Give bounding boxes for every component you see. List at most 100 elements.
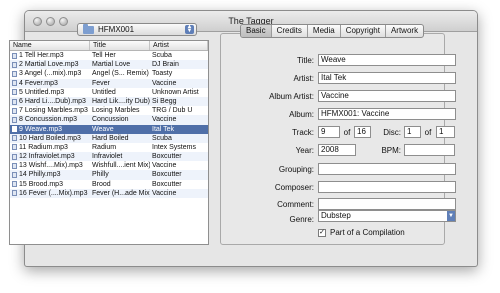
title-cell: Radium (92, 143, 117, 151)
file-name-text: 9 Weave.mp3 (19, 125, 63, 133)
artist-cell: Vaccine (152, 162, 177, 170)
title-field[interactable]: Weave (318, 54, 456, 66)
table-row[interactable]: 2 Martial Love.mp3 Martial Love DJ Brain (10, 60, 208, 70)
audio-file-icon (12, 70, 17, 77)
table-row[interactable]: 13 Wishf....Mix).mp3 Wishfull....ient Mix… (10, 161, 208, 170)
file-name-cell: 13 Wishf....Mix).mp3 (10, 161, 90, 170)
table-row[interactable]: 7 Losing Marbles.mp3 Losing Marbles TRG / … (10, 106, 208, 115)
file-name-cell: 9 Weave.mp3 (10, 125, 90, 134)
file-name-cell: 4 Fever.mp3 (10, 79, 90, 88)
compilation-checkbox[interactable]: ✓ (318, 229, 326, 237)
track-total-field[interactable]: 16 (354, 126, 371, 138)
tab-artwork[interactable]: Artwork (386, 25, 423, 37)
folder-popup[interactable]: HFMX001 ▲ ▼ (77, 23, 197, 36)
title-cell: Philly (92, 171, 109, 179)
composer-field[interactable] (318, 181, 456, 193)
track-number-field[interactable]: 9 (318, 126, 340, 138)
tab-credits[interactable]: Credits (272, 25, 308, 37)
file-name-cell: 1 Tell Her.mp3 (10, 51, 90, 60)
file-name-text: 15 Brood.mp3 (19, 180, 63, 188)
file-name-text: 6 Hard Li....Dub).mp3 (19, 97, 86, 105)
comment-field[interactable] (318, 198, 456, 210)
audio-file-icon (12, 153, 17, 160)
artist-cell: Ital Tek (152, 125, 175, 133)
popup-arrows-icon: ▲ ▼ (185, 24, 194, 34)
tab-media[interactable]: Media (308, 25, 341, 37)
table-row[interactable]: 6 Hard Li....Dub).mp3 Hard Lik....ity Dub… (10, 96, 208, 107)
file-name-text: 16 Fever (....Mix).mp3 (19, 189, 88, 197)
table-row[interactable]: 8 Concussion.mp3 Concussion Vaccine (10, 115, 208, 125)
audio-file-icon (12, 135, 17, 142)
file-name-text: 13 Wishf....Mix).mp3 (19, 162, 83, 170)
table-row[interactable]: 12 Infraviolet.mp3 Infraviolet Boxcutter (10, 152, 208, 162)
track-label: Track: (292, 128, 314, 137)
album-field[interactable]: HFMX001: Vaccine (318, 108, 456, 120)
table-row[interactable]: 16 Fever (....Mix).mp3 Fever (H...ade Mix… (10, 188, 208, 198)
album-artist-field[interactable]: Vaccine (318, 90, 456, 102)
title-cell: Wishfull....ient Mix) (92, 162, 150, 170)
table-row[interactable]: 4 Fever.mp3 Fever Vaccine (10, 78, 208, 88)
table-row[interactable]: 3 Angel (...mix).mp3 Angel (S... Remix) To… (10, 69, 208, 78)
table-row[interactable]: 15 Brood.mp3 Brood Boxcutter (10, 180, 208, 189)
table-row[interactable]: 9 Weave.mp3 Weave Ital Tek (10, 124, 208, 134)
file-name-text: 8 Concussion.mp3 (19, 116, 77, 124)
title-cell: Fever (92, 79, 110, 87)
title-cell: Martial Love (92, 61, 131, 69)
artist-cell: DJ Brain (152, 61, 179, 69)
audio-file-icon (12, 80, 17, 87)
file-name-cell: 8 Concussion.mp3 (10, 115, 90, 124)
genre-dropdown-icon[interactable]: ▼ (447, 211, 455, 221)
disc-of-label: of (424, 128, 432, 137)
artist-cell: Vaccine (152, 189, 177, 197)
file-name-text: 7 Losing Marbles.mp3 (19, 107, 88, 115)
column-header-title[interactable]: Title (90, 41, 150, 50)
disc-number-field[interactable]: 1 (404, 126, 421, 138)
file-list[interactable]: Name Title Artist 1 Tell Her.mp3 Tell Her… (9, 40, 209, 245)
bpm-field[interactable] (404, 144, 455, 156)
table-row[interactable]: 1 Tell Her.mp3 Tell Her Scuba (10, 51, 208, 60)
column-header-name[interactable]: Name (10, 41, 90, 50)
table-row[interactable]: 14 Philly.mp3 Philly Boxcutter (10, 170, 208, 180)
disc-total-field[interactable]: 1 (436, 126, 455, 138)
title-label: Title: (296, 56, 314, 65)
tab-copyright[interactable]: Copyright (341, 25, 386, 37)
artist-cell: Si Begg (152, 97, 177, 105)
file-name-text: 11 Radium.mp3 (19, 143, 68, 151)
artist-cell: Unknown Artist (152, 88, 199, 96)
album-label: Album: (289, 110, 314, 119)
title-cell: Hard Lik....ity Dub) (92, 97, 150, 105)
grouping-field[interactable] (318, 163, 456, 175)
file-name-text: 10 Hard Boiled.mp3 (19, 134, 81, 142)
artist-cell: Boxcutter (152, 180, 182, 188)
genre-combo[interactable]: Dubstep ▼ (318, 210, 456, 222)
audio-file-icon (12, 162, 17, 169)
file-name-cell: 2 Martial Love.mp3 (10, 60, 90, 69)
audio-file-icon (12, 172, 17, 179)
title-cell: Infraviolet (92, 153, 123, 161)
audio-file-icon (12, 116, 17, 123)
composer-label: Composer: (274, 183, 314, 192)
column-header-artist[interactable]: Artist (150, 41, 208, 50)
audio-file-icon (12, 89, 17, 96)
folder-popup-label: HFMX001 (98, 25, 135, 34)
table-row[interactable]: 5 Untitled.mp3 Untitled Unknown Artist (10, 88, 208, 97)
title-cell: Tell Her (92, 52, 116, 59)
artist-field[interactable]: Ital Tek (318, 72, 456, 84)
album-artist-label: Album Artist: (269, 92, 314, 101)
artist-label: Artist: (293, 74, 314, 83)
checkmark-icon: ✓ (319, 229, 325, 236)
title-cell: Losing Marbles (92, 107, 140, 115)
title-cell: Concussion (92, 116, 129, 124)
table-row[interactable]: 11 Radium.mp3 Radium Intex Systems (10, 143, 208, 152)
comment-label: Comment: (277, 200, 314, 209)
year-field[interactable]: 2008 (318, 144, 356, 156)
table-row[interactable]: 10 Hard Boiled.mp3 Hard Boiled Scuba (10, 133, 208, 143)
file-name-cell: 15 Brood.mp3 (10, 180, 90, 189)
tab-basic[interactable]: Basic (241, 25, 272, 37)
title-cell: Angel (S... Remix) (92, 70, 149, 78)
file-name-text: 1 Tell Her.mp3 (19, 52, 64, 59)
compilation-label[interactable]: Part of a Compilation (330, 228, 405, 237)
title-cell: Fever (H...ade Mix) (92, 189, 150, 197)
file-list-header: Name Title Artist (10, 41, 208, 51)
artist-cell: Scuba (152, 134, 172, 142)
